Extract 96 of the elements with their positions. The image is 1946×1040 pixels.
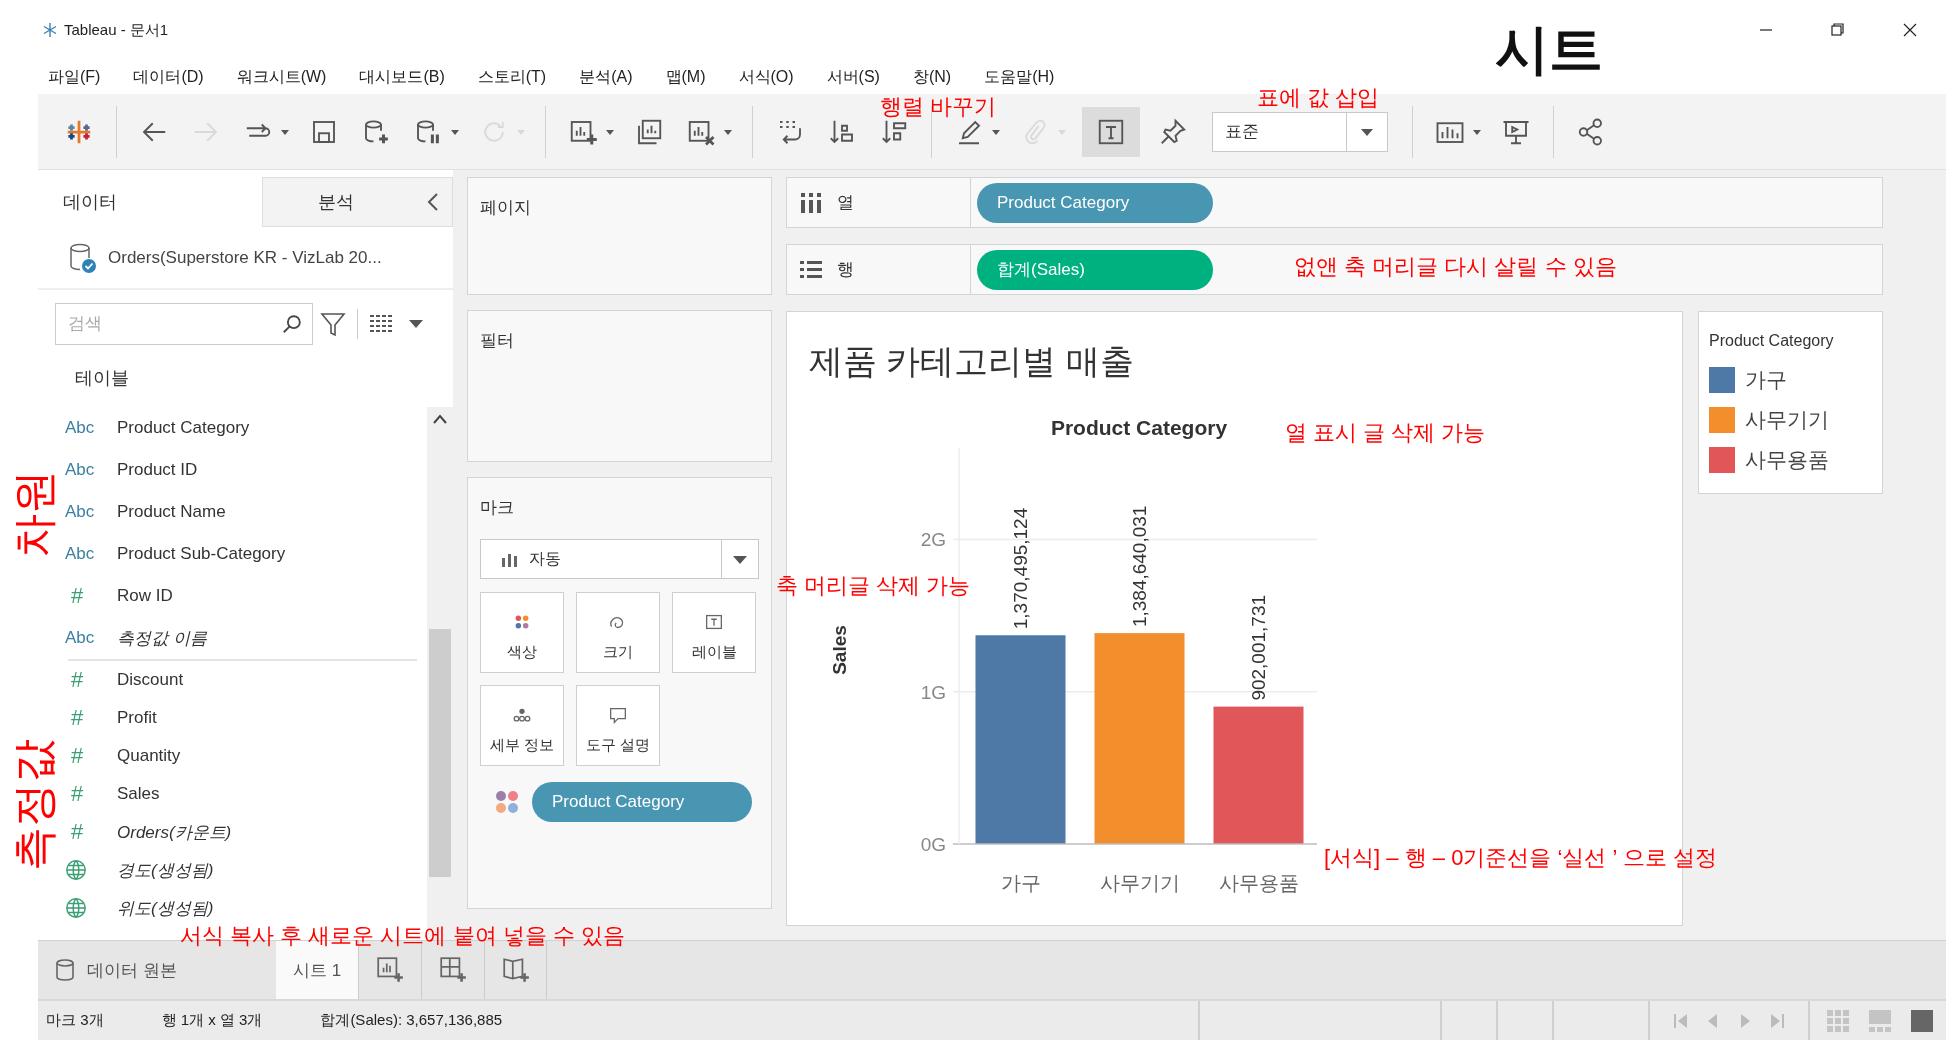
field-name[interactable]: Profit (117, 708, 157, 728)
database-check-icon (68, 241, 98, 274)
color-dots-icon (494, 789, 520, 815)
label-mark-button[interactable]: 레이블 (672, 592, 756, 673)
text-type-icon: Abc (65, 628, 117, 648)
field-name[interactable]: 측정값 이름 (117, 626, 207, 650)
menu-item[interactable]: 분석(A) (579, 66, 633, 88)
filter-icon[interactable] (319, 310, 347, 338)
axis-label: 가구 (1000, 872, 1041, 894)
text-box-icon[interactable] (1082, 106, 1140, 157)
window-title: Tableau - 문서1 (64, 20, 169, 40)
field-name[interactable]: Discount (117, 670, 184, 690)
mark-type-dropdown[interactable]: 자동 (480, 539, 759, 579)
annotation-note: 측정값 (7, 739, 59, 871)
snowflake-icon (42, 22, 58, 38)
bar-chart-icon (501, 551, 519, 567)
annotation-note: 행렬 바꾸기 (880, 93, 997, 121)
field-name[interactable]: 경도(생성됨) (117, 858, 214, 882)
axis-label: 사무기기 (1099, 872, 1180, 894)
number-type-icon: # (65, 781, 117, 807)
text-type-icon: Abc (65, 544, 117, 564)
value-label: 1,384,640,031 (1129, 505, 1151, 628)
menu-item[interactable]: 스토리(T) (477, 66, 547, 88)
status-text: 마크 3개 (46, 1011, 104, 1030)
card-title: 페이지 (479, 197, 532, 219)
legend-label: 사무용품 (1745, 447, 1829, 473)
legend-label: 가구 (1745, 367, 1787, 393)
tooltip-mark-button[interactable]: 도구 설명 (576, 685, 660, 766)
shelf-label: 열 (837, 192, 854, 214)
field-name[interactable]: Orders(카운트) (117, 820, 232, 844)
text-type-icon: Abc (65, 502, 117, 522)
number-type-icon: # (65, 705, 117, 731)
menu-item[interactable]: 대시보드(B) (359, 66, 445, 88)
annotation-note: 열 표시 글 삭제 가능 (1285, 419, 1486, 447)
text-type-icon: Abc (65, 418, 117, 438)
menu-item[interactable]: 서식(O) (738, 66, 794, 88)
rows-icon (799, 258, 823, 281)
field-name[interactable]: Product Category (117, 418, 250, 438)
menu-item[interactable]: 파일(F) (48, 66, 101, 88)
field-name[interactable]: Quantity (117, 746, 181, 766)
field-name[interactable]: 위도(생성됨) (117, 896, 214, 920)
sheet-title: 제품 카테고리별 매출 (808, 341, 1135, 382)
scroll-up-icon[interactable] (432, 413, 448, 425)
search-field[interactable]: 검색 (55, 303, 313, 345)
tabs-view-icon[interactable] (1910, 1008, 1934, 1033)
value-label: 1,370,495,124 (1010, 507, 1032, 630)
status-text: 합계(Sales): 3,657,136,885 (320, 1011, 503, 1030)
menu-item[interactable]: 데이터(D) (133, 66, 204, 88)
field-name[interactable]: Row ID (117, 586, 173, 606)
style-dropdown[interactable]: 표준 (1212, 111, 1388, 152)
column-header: Product Category (1050, 416, 1228, 439)
text-type-icon: Abc (65, 460, 117, 480)
data-source-name[interactable]: Orders(Superstore KR - VizLab 20... (108, 247, 382, 268)
card-title: 마크 (479, 497, 515, 519)
globe-icon (65, 897, 87, 919)
annotation-note: 축 머리글 삭제 가능 (776, 572, 971, 600)
menu-item[interactable]: 워크시트(W) (236, 66, 327, 88)
menu-item[interactable]: 창(N) (912, 66, 952, 88)
database-icon (55, 958, 75, 982)
size-mark-button[interactable]: 크기 (576, 592, 660, 673)
menu-item[interactable]: 맵(M) (665, 66, 706, 88)
axis-label: 0G (920, 834, 946, 855)
axis-label: 2G (920, 529, 946, 551)
number-type-icon: # (65, 743, 117, 769)
value-label: 902,001,731 (1248, 594, 1270, 701)
annotation-note: 차원 (7, 470, 59, 558)
search-icon[interactable] (281, 313, 303, 335)
legend-label: 사무기기 (1745, 407, 1829, 433)
section-heading: 테이블 (75, 367, 129, 390)
shelf-label: 행 (837, 259, 854, 281)
menu-item[interactable]: 서버(S) (826, 66, 880, 88)
field-name[interactable]: Product ID (117, 460, 198, 480)
color-mark-button[interactable]: 색상 (480, 592, 564, 673)
field-name[interactable]: Sales (117, 784, 160, 804)
annotation-note: [서식] – 행 – 0기준선을 ‘실선 ’ 으로 설정 (1324, 844, 1717, 872)
status-text: 행 1개 x 열 3개 (161, 1011, 263, 1030)
annotation-note: 없앤 축 머리글 다시 살릴 수 있음 (1294, 253, 1617, 281)
globe-icon (65, 859, 87, 881)
detail-mark-button[interactable]: 세부 정보 (480, 685, 564, 766)
card-title: 필터 (479, 330, 515, 352)
menu-item[interactable]: 도움말(H) (984, 66, 1055, 88)
number-type-icon: # (65, 583, 117, 609)
legend-title: Product Category (1709, 332, 1835, 350)
number-type-icon: # (65, 667, 117, 693)
axis-label: 사무용품 (1218, 872, 1299, 894)
caret-icon[interactable] (408, 318, 424, 330)
number-type-icon: # (65, 819, 117, 845)
list-view-icon[interactable] (368, 313, 394, 335)
columns-icon (799, 191, 823, 214)
axis-title: Sales (829, 625, 850, 675)
annotation-note: 표에 값 삽입 (1257, 84, 1380, 112)
axis-label: 1G (920, 681, 946, 703)
pane-tab[interactable]: 분석 (262, 177, 453, 227)
field-name[interactable]: Product Sub-Category (117, 544, 286, 564)
annotation-heading: 시트 (1495, 18, 1603, 81)
field-name[interactable]: Product Name (117, 502, 226, 522)
